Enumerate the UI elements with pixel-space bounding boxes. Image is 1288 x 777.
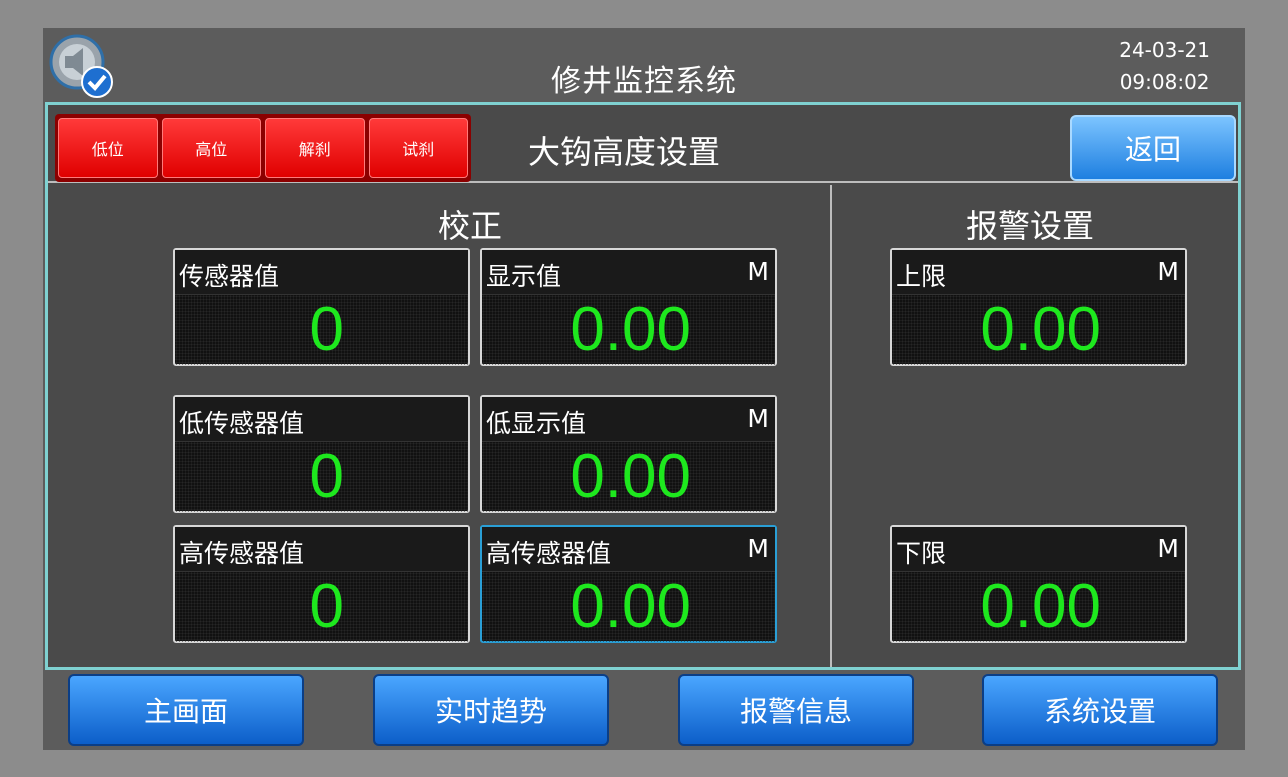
field-label: 显示值 — [486, 262, 562, 291]
display-value-field[interactable]: 显示值 M 0.00 — [480, 248, 777, 366]
status-indicator-group: 低位 高位 解刹 试刹 — [55, 114, 471, 182]
field-value: 0 — [175, 295, 468, 365]
field-unit: M — [1157, 534, 1179, 563]
back-button[interactable]: 返回 — [1070, 115, 1236, 181]
field-unit: M — [747, 534, 769, 563]
brake-release-indicator[interactable]: 解刹 — [265, 118, 365, 178]
field-label: 高传感器值 — [486, 539, 612, 568]
field-value: 0.00 — [892, 572, 1185, 642]
field-value: 0.00 — [482, 442, 775, 512]
low-display-value-field[interactable]: 低显示值 M 0.00 — [480, 395, 777, 513]
field-value: 0.00 — [892, 295, 1185, 365]
app-title: 修井监控系统 — [551, 64, 737, 99]
field-unit: M — [1157, 257, 1179, 286]
section-divider — [830, 185, 832, 667]
nav-alarm-info-button[interactable]: 报警信息 — [678, 674, 914, 746]
field-label: 传感器值 — [179, 262, 280, 291]
hook-height-panel: 低位 高位 解刹 试刹 大钩高度设置 返回 校正 报警设置 传感器值 0 显示值… — [45, 102, 1241, 670]
panel-topbar: 低位 高位 解刹 试刹 大钩高度设置 返回 — [48, 105, 1238, 183]
field-label: 低传感器值 — [179, 409, 305, 438]
high-position-indicator[interactable]: 高位 — [161, 118, 261, 178]
field-unit: M — [747, 257, 769, 286]
field-value: 0 — [175, 572, 468, 642]
alarm-settings-title: 报警设置 — [966, 207, 1095, 245]
upper-limit-field[interactable]: 上限 M 0.00 — [890, 248, 1187, 366]
low-position-indicator[interactable]: 低位 — [58, 118, 158, 178]
field-label: 下限 — [896, 539, 947, 568]
field-label: 低显示值 — [486, 409, 587, 438]
lower-limit-field[interactable]: 下限 M 0.00 — [890, 525, 1187, 643]
nav-main-screen-button[interactable]: 主画面 — [68, 674, 304, 746]
low-sensor-value-field[interactable]: 低传感器值 0 — [173, 395, 470, 513]
datetime: 24-03-21 09:08:02 — [1119, 34, 1210, 98]
time-text: 09:08:02 — [1119, 70, 1210, 94]
calibration-title: 校正 — [438, 207, 503, 245]
date-text: 24-03-21 — [1119, 38, 1210, 62]
screen-title: 大钩高度设置 — [528, 133, 721, 171]
high-display-value-field[interactable]: 高传感器值 M 0.00 — [480, 525, 777, 643]
field-label: 高传感器值 — [179, 539, 305, 568]
field-value: 0.00 — [482, 295, 775, 365]
field-label: 上限 — [896, 262, 947, 291]
nav-system-settings-button[interactable]: 系统设置 — [982, 674, 1218, 746]
field-value: 0 — [175, 442, 468, 512]
hmi-screen: 修井监控系统 24-03-21 09:08:02 低位 高位 解刹 试刹 大钩高… — [43, 28, 1245, 750]
high-sensor-value-field[interactable]: 高传感器值 0 — [173, 525, 470, 643]
field-unit: M — [747, 404, 769, 433]
sensor-value-field[interactable]: 传感器值 0 — [173, 248, 470, 366]
nav-realtime-trend-button[interactable]: 实时趋势 — [373, 674, 609, 746]
field-value: 0.00 — [482, 572, 775, 642]
brake-test-indicator[interactable]: 试刹 — [368, 118, 468, 178]
